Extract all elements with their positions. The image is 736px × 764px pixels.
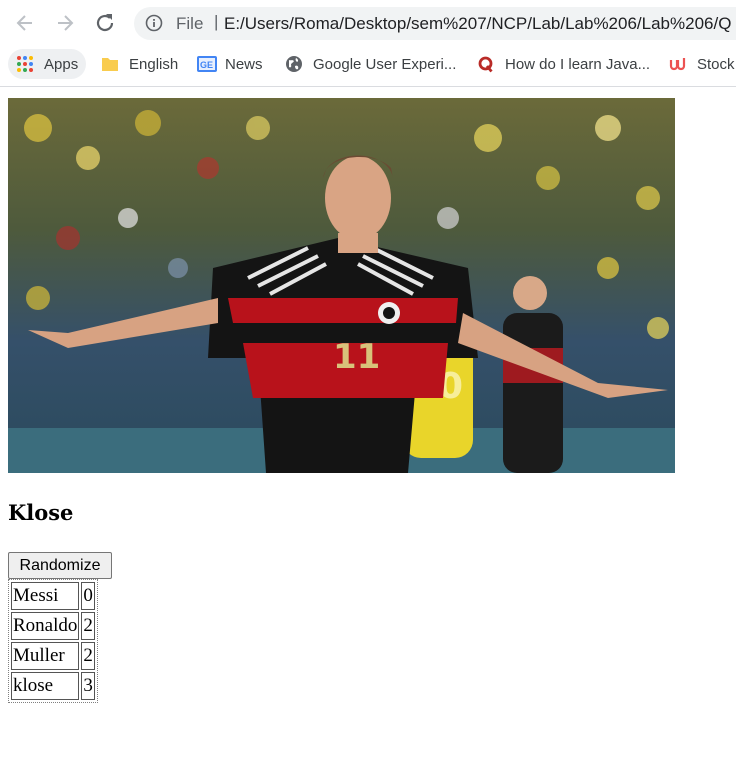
reload-button[interactable] bbox=[91, 9, 119, 37]
info-icon[interactable] bbox=[145, 14, 163, 32]
apps-grid-icon bbox=[16, 55, 34, 73]
table-row: klose 3 bbox=[11, 672, 95, 700]
bookmark-label: Apps bbox=[44, 55, 79, 73]
player-photo: 20 11 bbox=[8, 98, 675, 473]
arrow-left-icon bbox=[16, 15, 32, 31]
player-name-cell: Muller bbox=[11, 642, 80, 670]
quora-icon bbox=[477, 55, 495, 73]
reload-icon bbox=[96, 14, 114, 32]
table-row: Messi 0 bbox=[11, 582, 95, 610]
bookmark-english[interactable]: English bbox=[101, 49, 178, 79]
bookmarks-bar: Apps English GE News Google User Experi.… bbox=[0, 46, 736, 87]
player-name-cell: klose bbox=[11, 672, 80, 700]
url-text[interactable]: E:/Users/Roma/Desktop/sem%207/NCP/Lab/La… bbox=[224, 14, 731, 34]
browser-toolbar: File | E:/Users/Roma/Desktop/sem%207/NCP… bbox=[0, 0, 736, 46]
bookmark-apps[interactable]: Apps bbox=[8, 49, 86, 79]
bookmark-label: Google User Experi... bbox=[313, 55, 457, 73]
score-cell: 2 bbox=[81, 642, 95, 670]
bookmark-label: Stock bbox=[697, 55, 735, 73]
score-cell: 0 bbox=[81, 582, 95, 610]
address-bar[interactable]: File | E:/Users/Roma/Desktop/sem%207/NCP… bbox=[134, 7, 736, 40]
bookmark-label: How do I learn Java... bbox=[505, 55, 651, 73]
bookmark-label: News bbox=[225, 55, 263, 73]
folder-icon bbox=[101, 55, 119, 73]
bookmark-stock[interactable]: Stock bbox=[669, 49, 735, 79]
score-cell: 2 bbox=[81, 612, 95, 640]
bookmark-quora[interactable]: How do I learn Java... bbox=[477, 49, 650, 79]
table-row: Ronaldo 2 bbox=[11, 612, 95, 640]
score-table: Messi 0 Ronaldo 2 Muller 2 klose 3 bbox=[8, 579, 98, 703]
arrow-right-icon bbox=[58, 15, 74, 31]
url-scheme: File bbox=[176, 14, 204, 33]
forward-button[interactable] bbox=[51, 9, 79, 37]
url-separator: | bbox=[214, 12, 219, 31]
bookmark-label: English bbox=[129, 55, 179, 73]
bookmark-google-ux[interactable]: Google User Experi... bbox=[285, 49, 456, 79]
google-news-icon: GE bbox=[197, 55, 217, 73]
bookmark-news[interactable]: GE News bbox=[197, 49, 263, 79]
player-name-cell: Ronaldo bbox=[11, 612, 80, 640]
score-cell: 3 bbox=[81, 672, 95, 700]
player-name-heading: Klose bbox=[8, 500, 74, 525]
globe-icon bbox=[285, 55, 303, 73]
player-name-cell: Messi bbox=[11, 582, 80, 610]
table-row: Muller 2 bbox=[11, 642, 95, 670]
udemy-icon bbox=[669, 55, 687, 73]
svg-text:GE: GE bbox=[200, 60, 213, 70]
randomize-button[interactable]: Randomize bbox=[8, 552, 112, 579]
jersey-number: 11 bbox=[333, 337, 380, 377]
back-button[interactable] bbox=[11, 9, 39, 37]
